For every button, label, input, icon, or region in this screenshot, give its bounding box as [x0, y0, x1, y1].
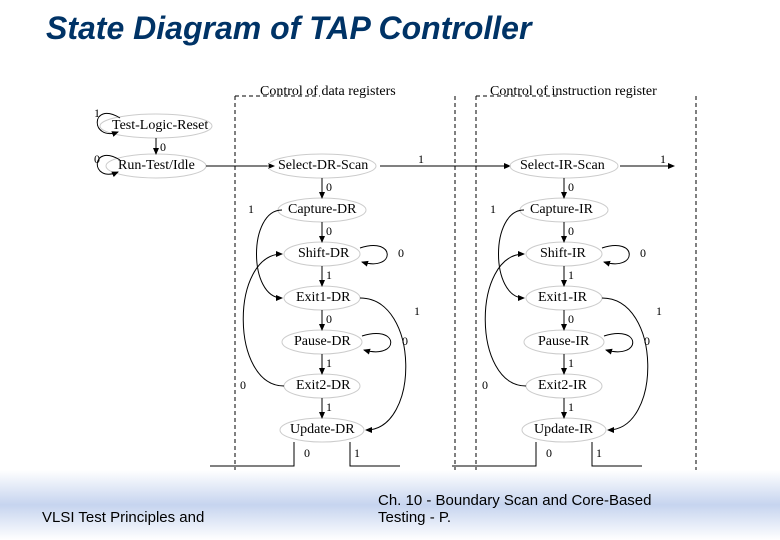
lbl-tlr-self: 1 [94, 106, 100, 121]
state-rti: Run-Test/Idle [118, 158, 195, 174]
lbl-cap-shift-dr: 0 [326, 224, 332, 239]
lbl-pause-exit2-ir: 1 [568, 356, 574, 371]
lbl-selir-out: 1 [660, 152, 666, 167]
lbl-exit2-shift-dr: 0 [240, 378, 246, 393]
lbl-update-rti-dr: 0 [304, 446, 310, 461]
lbl-cap-exit1-ir: 1 [490, 202, 496, 217]
lbl-cap-shift-ir: 0 [568, 224, 574, 239]
state-exit1-ir: Exit1-IR [538, 290, 587, 306]
lbl-exit2-update-ir: 1 [568, 400, 574, 415]
lbl-update-sel-ir: 1 [596, 446, 602, 461]
lbl-selir-cap: 0 [568, 180, 574, 195]
lbl-pause-self-ir: 0 [644, 334, 650, 349]
lbl-update-rti-ir: 0 [546, 446, 552, 461]
lbl-seldr-cap: 0 [326, 180, 332, 195]
state-exit2-dr: Exit2-DR [296, 378, 350, 394]
state-shift-dr: Shift-DR [298, 246, 349, 262]
state-select-dr: Select-DR-Scan [278, 158, 368, 174]
lbl-exit1-pause-ir: 0 [568, 312, 574, 327]
slide-title: State Diagram of TAP Controller [46, 10, 531, 47]
state-capture-ir: Capture-IR [530, 202, 593, 218]
lbl-seldr-selir: 1 [418, 152, 424, 167]
state-shift-ir: Shift-IR [540, 246, 586, 262]
lbl-shift-exit1-ir: 1 [568, 268, 574, 283]
lbl-tlr-rti: 0 [160, 140, 166, 155]
state-select-ir: Select-IR-Scan [520, 158, 605, 174]
footer-left: VLSI Test Principles and [42, 509, 204, 526]
lbl-pause-self-dr: 0 [402, 334, 408, 349]
slide: State Diagram of TAP Controller [0, 0, 780, 540]
state-update-ir: Update-IR [534, 422, 593, 438]
lbl-pause-exit2-dr: 1 [326, 356, 332, 371]
state-pause-dr: Pause-DR [294, 334, 351, 350]
lbl-shift-exit1-dr: 1 [326, 268, 332, 283]
lbl-exit2-shift-ir: 0 [482, 378, 488, 393]
state-diagram: Control of data registers Control of ins… [60, 70, 720, 490]
lbl-exit1-update-ir: 1 [656, 304, 662, 319]
footer-right: Ch. 10 - Boundary Scan and Core-Based Te… [378, 492, 652, 526]
state-update-dr: Update-DR [290, 422, 355, 438]
lbl-shift-self-dr: 0 [398, 246, 404, 261]
state-capture-dr: Capture-DR [288, 202, 356, 218]
lbl-update-sel-dr: 1 [354, 446, 360, 461]
lbl-exit1-update-dr: 1 [414, 304, 420, 319]
lbl-exit2-update-dr: 1 [326, 400, 332, 415]
lbl-shift-self-ir: 0 [640, 246, 646, 261]
lbl-cap-exit1-dr: 1 [248, 202, 254, 217]
state-exit1-dr: Exit1-DR [296, 290, 350, 306]
dr-header: Control of data registers [260, 84, 396, 100]
ir-header: Control of instruction register [490, 84, 657, 100]
lbl-exit1-pause-dr: 0 [326, 312, 332, 327]
state-exit2-ir: Exit2-IR [538, 378, 587, 394]
state-pause-ir: Pause-IR [538, 334, 589, 350]
lbl-rti-self: 0 [94, 152, 100, 167]
state-tlr: Test-Logic-Reset [112, 118, 208, 134]
